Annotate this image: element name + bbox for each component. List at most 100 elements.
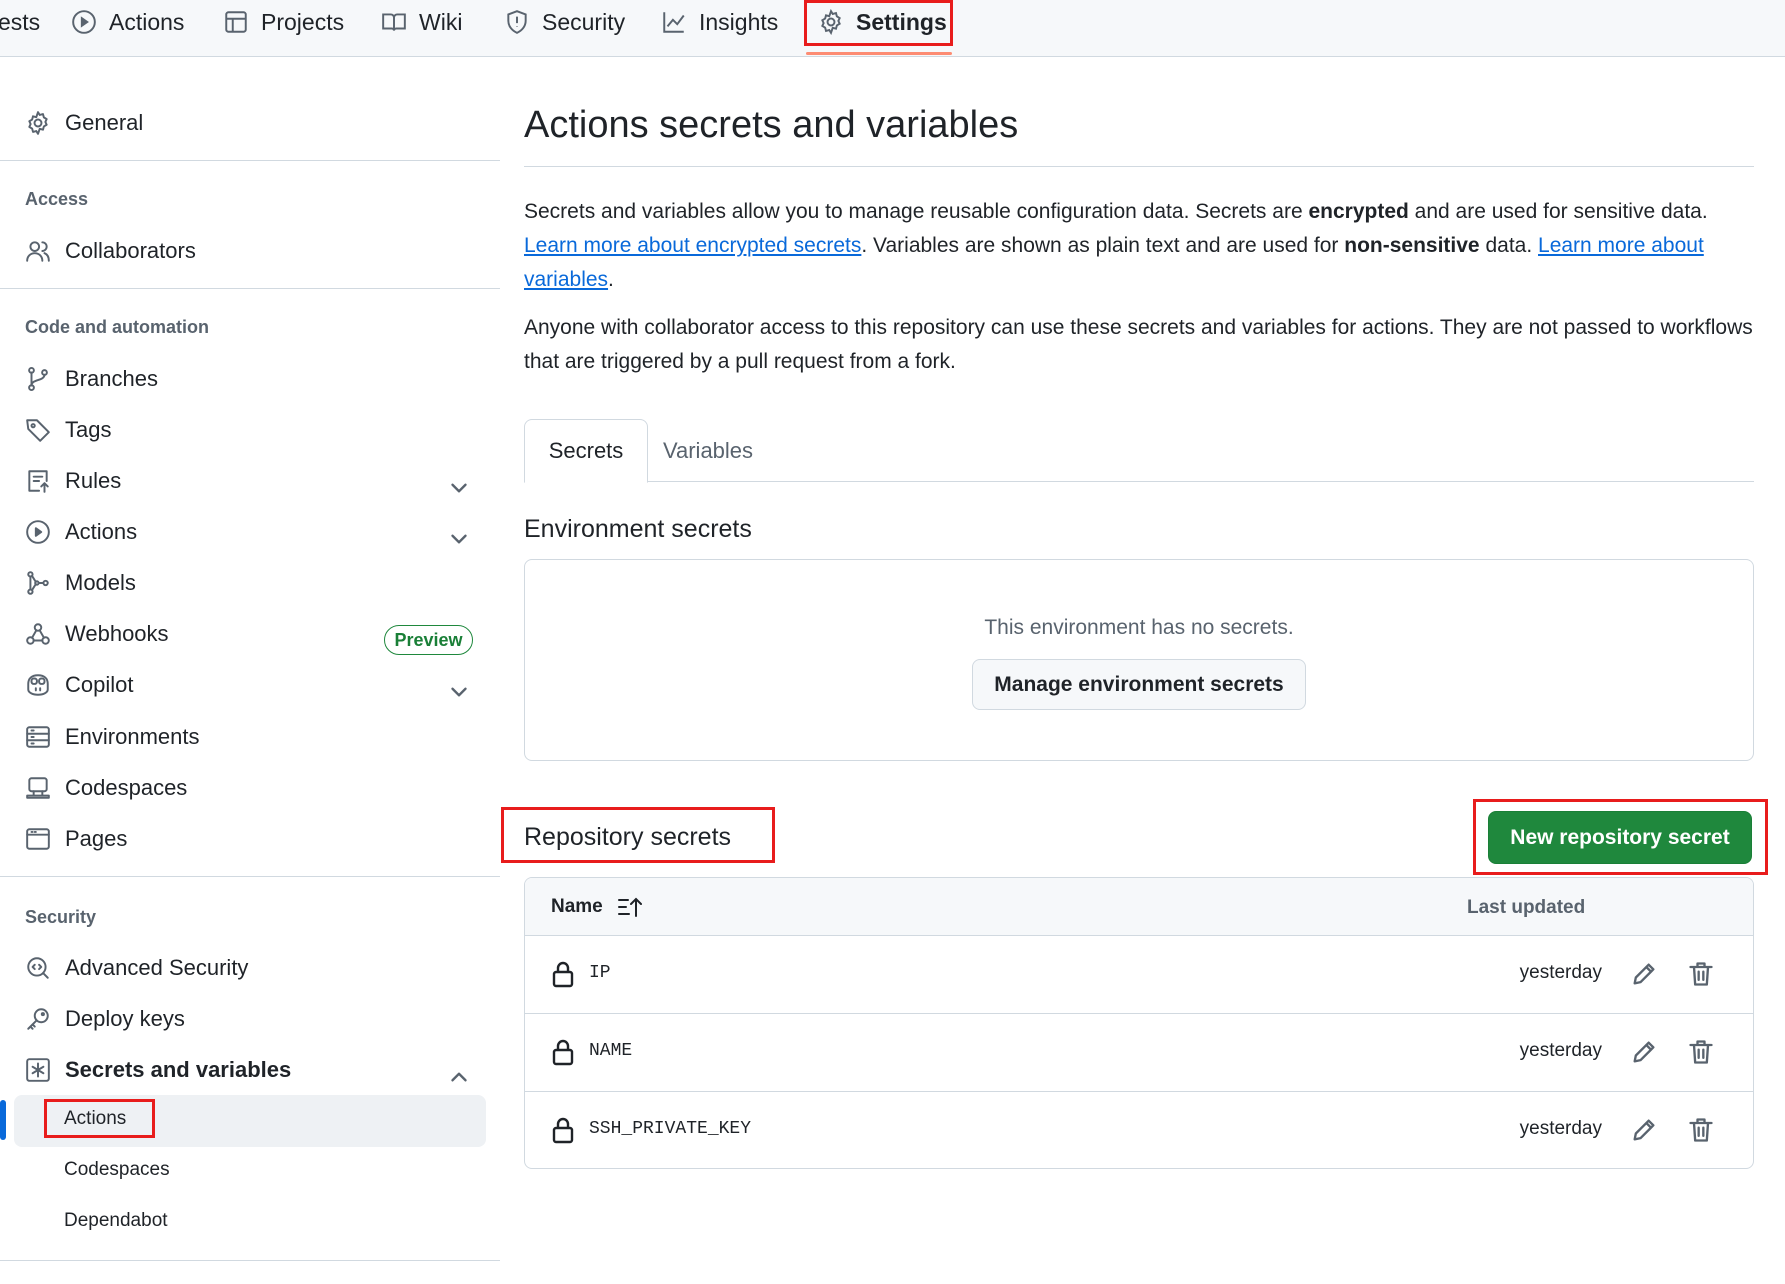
codescan-icon [27, 957, 49, 979]
nav-tab-label: Projects [261, 8, 345, 35]
nav-tab-actions[interactable]: Actions [71, 0, 184, 44]
nav-tab-label: Security [542, 8, 626, 35]
repo-nav: ests Actions Projects Wiki Security Insi… [0, 0, 1785, 57]
rules-icon [28, 470, 49, 493]
trash-icon[interactable] [1687, 1038, 1715, 1066]
git-branch-icon [28, 366, 48, 392]
sidebar-item-tags[interactable]: Tags [25, 410, 111, 450]
table-icon [225, 11, 247, 33]
environment-secrets-panel: This environment has no secrets. Manage … [524, 559, 1754, 761]
tab-secrets[interactable]: Secrets [524, 419, 648, 483]
sidebar-item-deploy-keys[interactable]: Deploy keys [25, 999, 185, 1039]
sidebar-item-advanced-security[interactable]: Advanced Security [25, 948, 248, 988]
intro-text: data. [1479, 234, 1539, 257]
settings-sidebar: General Access Collaborators Code and au… [0, 57, 500, 1284]
sidebar-item-label: Branches [65, 366, 158, 391]
sidebar-subitem-dependabot[interactable]: Dependabot [64, 1210, 168, 1232]
secret-last-updated: yesterday [1519, 1040, 1602, 1061]
intro-emphasis: encrypted [1308, 200, 1409, 223]
tag-icon [26, 419, 50, 442]
sidebar-heading-code-automation: Code and automation [25, 317, 209, 337]
lock-icon [552, 961, 574, 988]
sidebar-heading-security: Security [25, 907, 97, 927]
sidebar-item-models[interactable]: Models [25, 563, 136, 603]
nav-tab-pull-requests[interactable]: ests [0, 0, 40, 44]
sidebar-item-branches[interactable]: Branches [25, 359, 158, 399]
column-label: Name [551, 896, 603, 917]
sidebar-item-label: General [65, 110, 144, 135]
sidebar-item-label: Rules [65, 468, 122, 493]
sidebar-item-label: Advanced Security [65, 955, 249, 980]
sidebar-subitem-codespaces[interactable]: Codespaces [64, 1159, 170, 1181]
sidebar-subitem-actions[interactable]: Actions [64, 1108, 126, 1130]
sidebar-item-rules[interactable]: Rules [25, 461, 121, 501]
environment-secrets-heading: Environment secrets [524, 515, 752, 543]
active-subitem-indicator [0, 1100, 6, 1140]
play-circle-icon [72, 10, 96, 34]
secret-name: NAME [589, 1041, 633, 1061]
table-row: SSH_PRIVATE_KEY yesterday [525, 1092, 1753, 1168]
sidebar-item-actions[interactable]: Actions [25, 512, 137, 552]
trash-icon[interactable] [1687, 1116, 1715, 1144]
table-header: Name Last updated [525, 878, 1753, 936]
server-icon [26, 726, 50, 748]
sidebar-item-codespaces[interactable]: Codespaces [25, 768, 187, 808]
nav-tab-label: ests [0, 8, 41, 35]
sidebar-item-label: Webhooks [65, 621, 169, 646]
table-row: IP yesterday [525, 936, 1753, 1014]
key-icon [27, 1008, 49, 1030]
sidebar-heading-access: Access [25, 189, 89, 209]
secret-name: SSH_PRIVATE_KEY [589, 1119, 752, 1139]
play-circle-icon [26, 520, 50, 544]
lock-icon [552, 1117, 574, 1144]
sort-ascending-icon [617, 897, 642, 917]
trash-icon[interactable] [1687, 960, 1715, 988]
gear-icon [28, 111, 48, 135]
nav-tab-wiki[interactable]: Wiki [381, 0, 462, 44]
sidebar-item-label: Collaborators [65, 238, 196, 263]
tab-variables[interactable]: Variables [648, 419, 768, 483]
chevron-down-icon[interactable] [446, 679, 472, 705]
sidebar-item-secrets-and-variables[interactable]: Secrets and variables [25, 1050, 291, 1090]
sidebar-item-environments[interactable]: Environments [25, 717, 200, 757]
column-name-header[interactable]: Name [551, 896, 643, 918]
sidebar-item-pages[interactable]: Pages [25, 819, 127, 859]
nav-tab-settings[interactable]: Settings [818, 0, 947, 44]
nav-tab-insights[interactable]: Insights [661, 0, 778, 44]
sidebar-item-label: Deploy keys [65, 1006, 185, 1031]
sidebar-item-webhooks[interactable]: Webhooks [25, 614, 169, 654]
pencil-icon[interactable] [1630, 960, 1658, 988]
chevron-down-icon[interactable] [446, 475, 472, 501]
sidebar-item-collaborators[interactable]: Collaborators [25, 231, 196, 271]
sidebar-item-label: Secrets and variables [65, 1057, 292, 1082]
sidebar-divider [0, 160, 500, 161]
nav-tab-projects[interactable]: Projects [223, 0, 344, 44]
people-icon [26, 241, 50, 262]
page-title: Actions secrets and variables [524, 104, 1019, 146]
shield-icon [507, 10, 527, 34]
graph-icon [663, 12, 685, 33]
manage-environment-secrets-button[interactable]: Manage environment secrets [972, 659, 1306, 710]
browser-icon [26, 828, 50, 850]
secret-last-updated: yesterday [1519, 962, 1602, 983]
active-tab-underline [806, 52, 952, 55]
chevron-up-icon[interactable] [446, 1064, 472, 1090]
new-repository-secret-button[interactable]: New repository secret [1488, 811, 1752, 864]
learn-more-secrets-link[interactable]: Learn more about encrypted secrets [524, 234, 861, 257]
sidebar-item-copilot[interactable]: Copilot [25, 665, 133, 705]
nav-tab-security[interactable]: Security [504, 0, 625, 44]
pencil-icon[interactable] [1630, 1038, 1658, 1066]
sidebar-item-label: Codespaces [65, 775, 188, 800]
sidebar-item-general[interactable]: General [25, 103, 143, 143]
sidebar-divider [0, 288, 500, 289]
asterisk-icon [26, 1058, 50, 1082]
copilot-icon [27, 674, 49, 696]
access-note-paragraph: Anyone with collaborator access to this … [524, 316, 1753, 373]
nav-tab-label: Wiki [419, 8, 463, 35]
preview-badge: Preview [384, 625, 473, 655]
chevron-down-icon[interactable] [446, 526, 472, 552]
sidebar-item-label: Actions [65, 519, 138, 544]
sidebar-item-label: Copilot [65, 672, 134, 697]
title-divider [524, 166, 1754, 167]
pencil-icon[interactable] [1630, 1116, 1658, 1144]
